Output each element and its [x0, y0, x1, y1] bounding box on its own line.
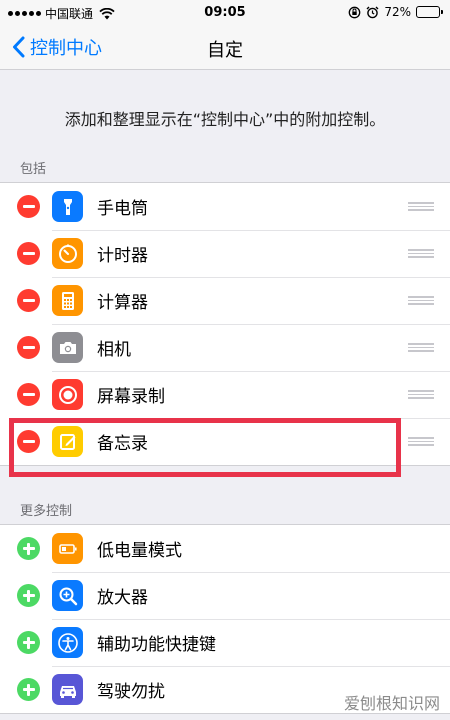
battery-icon	[416, 6, 443, 18]
flashlight-icon	[52, 191, 83, 222]
add-button[interactable]	[17, 537, 40, 560]
list-item-screen-record: 屏幕录制	[0, 371, 450, 418]
remove-button[interactable]	[17, 430, 40, 453]
screen-record-icon	[52, 379, 83, 410]
signal-icon	[8, 11, 41, 16]
more-controls-list: 低电量模式 放大器 辅助功能快捷键 驾驶勿扰	[0, 524, 450, 714]
reorder-grip-icon[interactable]	[408, 202, 434, 211]
notes-icon	[52, 426, 83, 457]
reorder-grip-icon[interactable]	[408, 437, 434, 446]
item-label: 手电筒	[97, 199, 148, 219]
item-label: 低电量模式	[97, 541, 182, 561]
item-label: 驾驶勿扰	[97, 682, 165, 702]
status-left: 中国联通	[8, 5, 115, 22]
remove-button[interactable]	[17, 383, 40, 406]
included-list: 手电筒 计时器 计算器 相机 屏幕录制 备忘录	[0, 182, 450, 466]
remove-button[interactable]	[17, 289, 40, 312]
orientation-lock-icon	[348, 6, 361, 18]
remove-button[interactable]	[17, 242, 40, 265]
list-item-calculator: 计算器	[0, 277, 450, 324]
alarm-icon	[366, 6, 379, 18]
status-right: 72%	[348, 5, 443, 19]
list-item-flashlight: 手电筒	[0, 183, 450, 230]
carrier-name: 中国联通	[45, 7, 94, 21]
reorder-grip-icon[interactable]	[408, 343, 434, 352]
wifi-icon	[99, 7, 115, 19]
camera-icon	[52, 332, 83, 363]
item-label: 计时器	[97, 246, 148, 266]
timer-icon	[52, 238, 83, 269]
item-label: 辅助功能快捷键	[97, 635, 216, 655]
car-icon	[52, 674, 83, 705]
remove-button[interactable]	[17, 336, 40, 359]
calculator-icon	[52, 285, 83, 316]
status-bar: 中国联通 09:05 72%	[0, 0, 450, 26]
item-label: 放大器	[97, 588, 148, 608]
magnifier-icon	[52, 580, 83, 611]
accessibility-icon	[52, 627, 83, 658]
battery-percent: 72%	[384, 5, 411, 19]
add-button[interactable]	[17, 631, 40, 654]
description-text: 添加和整理显示在“控制中心”中的附加控制。	[64, 110, 386, 129]
list-item-magnifier: 放大器	[0, 572, 450, 619]
item-label: 相机	[97, 340, 131, 360]
item-label: 备忘录	[97, 434, 148, 454]
item-label: 屏幕录制	[97, 387, 165, 407]
list-item-notes: 备忘录	[0, 418, 450, 465]
remove-button[interactable]	[17, 195, 40, 218]
list-item-accessibility: 辅助功能快捷键	[0, 619, 450, 666]
add-button[interactable]	[17, 584, 40, 607]
nav-bar: 控制中心 自定	[0, 26, 450, 70]
reorder-grip-icon[interactable]	[408, 249, 434, 258]
page-title: 自定	[207, 40, 243, 61]
add-button[interactable]	[17, 678, 40, 701]
reorder-grip-icon[interactable]	[408, 390, 434, 399]
section-header-more: 更多控制	[20, 504, 73, 519]
low-power-icon	[52, 533, 83, 564]
section-header-included: 包括	[20, 162, 47, 177]
reorder-grip-icon[interactable]	[408, 296, 434, 305]
watermark: 爱刨根知识网	[343, 694, 440, 713]
list-item-timer: 计时器	[0, 230, 450, 277]
item-label: 计算器	[97, 293, 148, 313]
list-item-camera: 相机	[0, 324, 450, 371]
list-item-low-power: 低电量模式	[0, 525, 450, 572]
